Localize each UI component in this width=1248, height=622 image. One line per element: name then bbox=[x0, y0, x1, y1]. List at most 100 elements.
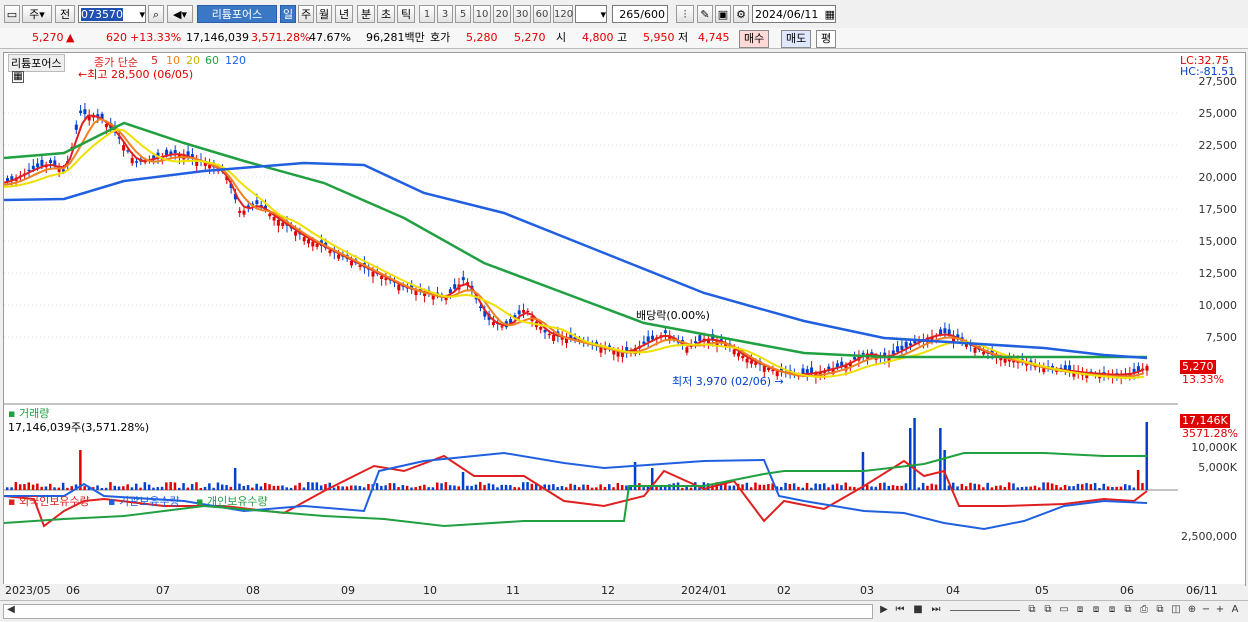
volume-bar bbox=[917, 487, 921, 490]
tile-icon[interactable]: ⧈ bbox=[1105, 603, 1119, 617]
count-input[interactable]: 265/600 bbox=[612, 5, 668, 23]
volume-bar bbox=[930, 483, 933, 490]
arrange-icon[interactable]: ⧈ bbox=[1073, 603, 1087, 617]
quote-bar: 5,270 ▲ 620 +13.33% 17,146,039 3,571.28%… bbox=[0, 28, 1248, 49]
interval-second[interactable]: 초 bbox=[377, 5, 395, 23]
candle-body bbox=[49, 160, 52, 163]
custom-interval-select[interactable]: ▾ bbox=[575, 5, 607, 23]
y-tick: 12,500 bbox=[1198, 267, 1238, 280]
interval-week[interactable]: 주 bbox=[298, 5, 314, 23]
zoom-slider[interactable] bbox=[950, 610, 1020, 611]
copy-icon[interactable]: ⧉ bbox=[1025, 603, 1039, 617]
candle-type-icon[interactable]: ⫶ bbox=[676, 5, 694, 23]
scrollbar[interactable] bbox=[3, 604, 873, 619]
volume-bar bbox=[1038, 487, 1041, 490]
volume-bar bbox=[878, 483, 882, 490]
volume-bar bbox=[556, 487, 559, 490]
candle-body bbox=[539, 327, 543, 330]
interval-minute[interactable]: 분 bbox=[357, 5, 375, 23]
date-input[interactable]: 2024/06/11 ▦ bbox=[752, 5, 836, 23]
interval-day[interactable]: 일 bbox=[280, 5, 296, 23]
mode-button[interactable]: 전 bbox=[55, 5, 75, 23]
volume-bar bbox=[259, 486, 263, 490]
volume-bar bbox=[1050, 483, 1054, 490]
period-select[interactable]: 주▾ bbox=[22, 5, 52, 23]
zoom-in-icon[interactable]: + bbox=[1213, 603, 1227, 617]
stock-name[interactable]: 리튬포어스 bbox=[197, 5, 277, 23]
minute-30[interactable]: 30 bbox=[513, 5, 531, 23]
minute-5[interactable]: 5 bbox=[455, 5, 471, 23]
ma60-label: 60 bbox=[205, 54, 219, 67]
open-price: 4,800 bbox=[582, 31, 614, 44]
interval-tick[interactable]: 틱 bbox=[397, 5, 415, 23]
print-icon[interactable]: ⎙ bbox=[1137, 603, 1151, 617]
volume-bar bbox=[896, 485, 899, 490]
volume-bar bbox=[840, 485, 843, 490]
volume-bar bbox=[272, 485, 276, 490]
x-label: 10 bbox=[423, 584, 437, 597]
minute-60[interactable]: 60 bbox=[533, 5, 551, 23]
scroll-right-icon[interactable]: ▶ bbox=[877, 603, 891, 617]
current-pct: 13.33% bbox=[1182, 373, 1224, 386]
layout-icon[interactable]: ⧉ bbox=[1041, 603, 1055, 617]
save-icon[interactable]: ▣ bbox=[715, 5, 731, 23]
eval-button[interactable]: 평 bbox=[816, 30, 837, 48]
volume-bar bbox=[835, 483, 839, 490]
chart-canvas[interactable] bbox=[3, 53, 1179, 585]
volume-bar bbox=[307, 482, 310, 490]
chart-area[interactable]: 리튬포어스 종가 단순 5 10 20 60 120 ▦ ←최고 28,500 … bbox=[3, 52, 1180, 586]
sell-button[interactable]: 매도 bbox=[781, 30, 812, 48]
minute-120[interactable]: 120 bbox=[553, 5, 573, 23]
volume-bar bbox=[238, 483, 241, 490]
volume-bar bbox=[986, 482, 989, 490]
last-icon[interactable]: ⏭ bbox=[929, 603, 943, 617]
volume-bar bbox=[685, 486, 688, 490]
minute-10[interactable]: 10 bbox=[473, 5, 491, 23]
stock-code-input[interactable]: 073570 ▾ bbox=[78, 5, 146, 23]
candle-body bbox=[741, 355, 745, 359]
draw-tool-icon[interactable]: ✎ bbox=[697, 5, 713, 23]
scroll-left-icon[interactable]: ◀ bbox=[4, 603, 18, 617]
split-icon[interactable]: ⧈ bbox=[1089, 603, 1103, 617]
window-icon[interactable]: ▭ bbox=[1057, 603, 1071, 617]
volume-bar bbox=[805, 483, 809, 490]
image-icon[interactable]: ⧉ bbox=[1153, 603, 1167, 617]
interval-year[interactable]: 년 bbox=[335, 5, 353, 23]
volume-bar bbox=[1089, 484, 1093, 490]
minute-1[interactable]: 1 bbox=[419, 5, 435, 23]
volume-bar bbox=[577, 487, 581, 490]
volume-bar bbox=[909, 428, 912, 490]
candle-body bbox=[500, 326, 504, 328]
volume-bar bbox=[990, 487, 994, 490]
search-icon[interactable]: ⌕ bbox=[148, 5, 164, 23]
volume-bar bbox=[216, 482, 220, 490]
interval-month[interactable]: 월 bbox=[316, 5, 332, 23]
stop-icon[interactable]: ■ bbox=[911, 603, 925, 617]
volume-bar bbox=[522, 482, 525, 490]
zoom-out-icon[interactable]: − bbox=[1199, 603, 1213, 617]
camera-icon[interactable]: ◫ bbox=[1169, 603, 1183, 617]
x-label: 07 bbox=[156, 584, 170, 597]
volume-bar bbox=[827, 487, 830, 490]
minute-20[interactable]: 20 bbox=[493, 5, 511, 23]
volume-bar bbox=[995, 485, 998, 490]
minute-3[interactable]: 3 bbox=[437, 5, 453, 23]
auto-scale-icon[interactable]: A bbox=[1228, 603, 1242, 617]
stock-code-value: 073570 bbox=[81, 8, 123, 21]
window-icon[interactable]: ▭ bbox=[4, 5, 20, 23]
crosshair-icon[interactable]: ⊕ bbox=[1185, 603, 1199, 617]
grid-toggle-icon[interactable]: ▦ bbox=[12, 71, 24, 83]
fit-icon[interactable]: ⧉ bbox=[1121, 603, 1135, 617]
volume-bar bbox=[354, 485, 357, 490]
candle-body bbox=[745, 358, 749, 363]
first-icon[interactable]: ⏮ bbox=[893, 603, 907, 617]
buy-button[interactable]: 매수 bbox=[739, 30, 770, 48]
volume-bar bbox=[444, 482, 448, 490]
volume-bar bbox=[427, 487, 430, 490]
sound-icon[interactable]: ◀▾ bbox=[167, 5, 193, 23]
volume-bar bbox=[358, 486, 362, 490]
volume-pct: 3,571.28% bbox=[251, 31, 311, 44]
volume-bar bbox=[173, 482, 177, 490]
settings-icon[interactable]: ⚙ bbox=[733, 5, 749, 23]
volume-bar bbox=[109, 482, 112, 490]
